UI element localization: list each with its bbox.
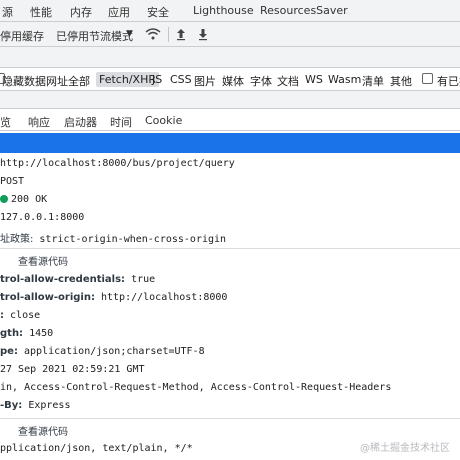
remote-address: 127.0.0.1:8000 [0, 212, 85, 223]
throttle-select[interactable]: 已停用节流模式 [56, 28, 133, 44]
header-row: gth: 1450 [0, 328, 54, 339]
tab-lighthouse[interactable]: Lighthouse [193, 4, 254, 17]
header-row: 27 Sep 2021 02:59:21 GMT [0, 364, 145, 375]
filter-all[interactable]: 全部 [68, 73, 90, 89]
request-list-spacer [0, 91, 460, 109]
view-source-link[interactable]: 查看源代码 [18, 253, 68, 268]
request-url: http://localhost:8000/bus/project/query [0, 158, 235, 169]
network-toolbar: 停用缓存 已停用节流模式 ▼ [0, 22, 460, 47]
tab-security[interactable]: 安全 [147, 4, 169, 20]
filter-manifest[interactable]: 清单 [362, 73, 384, 89]
filter-img[interactable]: 图片 [194, 73, 216, 89]
filter-other[interactable]: 其他 [390, 73, 412, 89]
tab-sources[interactable]: 源 [2, 4, 13, 20]
tab-memory[interactable]: 内存 [70, 4, 92, 20]
filter-fetch-xhr[interactable]: Fetch/XHR [96, 72, 159, 87]
filter-font[interactable]: 字体 [250, 73, 272, 89]
disable-cache-label[interactable]: 停用缓存 [0, 28, 44, 44]
header-row: trol-allow-credentials: true [0, 274, 156, 285]
status-dot-icon [0, 195, 8, 203]
header-row: : close [0, 310, 41, 321]
hide-data-urls-label[interactable]: 隐藏数据网址 [2, 73, 68, 89]
tab-preview[interactable]: 览 [0, 114, 11, 130]
header-row: -By: Express [0, 400, 71, 411]
filter-wasm[interactable]: Wasm [328, 73, 361, 86]
filter-css[interactable]: CSS [170, 73, 192, 86]
general-section-header[interactable] [0, 133, 460, 153]
filter-ws[interactable]: WS [305, 73, 323, 86]
download-icon[interactable] [198, 27, 208, 41]
tab-initiator[interactable]: 启动器 [64, 114, 97, 130]
tab-application[interactable]: 应用 [108, 4, 130, 20]
toolbar-spacer [0, 47, 460, 68]
filter-js[interactable]: JS [152, 73, 162, 86]
tab-response[interactable]: 响应 [28, 114, 50, 130]
request-headers-header[interactable]: 查看源代码 [0, 418, 460, 439]
request-type-filters: 隐藏数据网址 全部 Fetch/XHR JS CSS 图片 媒体 字体 文档 W… [0, 68, 460, 91]
blocked-requests-label[interactable]: 有已拦 [437, 73, 460, 89]
header-row: in, Access-Control-Request-Method, Acces… [0, 382, 392, 393]
blocked-requests-checkbox[interactable] [422, 73, 433, 84]
view-source-link[interactable]: 查看源代码 [18, 423, 68, 438]
tab-cookie[interactable]: Cookie [145, 114, 182, 127]
header-row: trol-allow-origin: http://localhost:8000 [0, 292, 228, 303]
tab-timing[interactable]: 时间 [110, 114, 132, 130]
request-method: POST [0, 176, 25, 187]
tab-performance[interactable]: 性能 [30, 4, 52, 20]
status-code: 200 OK [0, 194, 47, 205]
filter-media[interactable]: 媒体 [222, 73, 244, 89]
tab-resourcessaver[interactable]: ResourcesSaver [260, 4, 348, 17]
chevron-down-icon[interactable]: ▼ [126, 29, 133, 39]
header-row: pplication/json, text/plain, */* [0, 443, 193, 454]
toolbar-divider [168, 27, 169, 42]
wifi-icon[interactable] [145, 27, 161, 41]
filter-doc[interactable]: 文档 [277, 73, 299, 89]
devtools-panel-tabs: 源 性能 内存 应用 安全 Lighthouse ResourcesSaver [0, 0, 460, 22]
watermark: @稀土掘金技术社区 [360, 443, 450, 454]
upload-icon[interactable] [176, 27, 186, 41]
header-row: pe: application/json;charset=UTF-8 [0, 346, 205, 357]
referrer-policy: 址政策: strict-origin-when-cross-origin [0, 234, 227, 245]
request-detail-tabs: 览 响应 启动器 时间 Cookie [0, 109, 460, 131]
response-headers-header[interactable]: 查看源代码 [0, 248, 460, 269]
